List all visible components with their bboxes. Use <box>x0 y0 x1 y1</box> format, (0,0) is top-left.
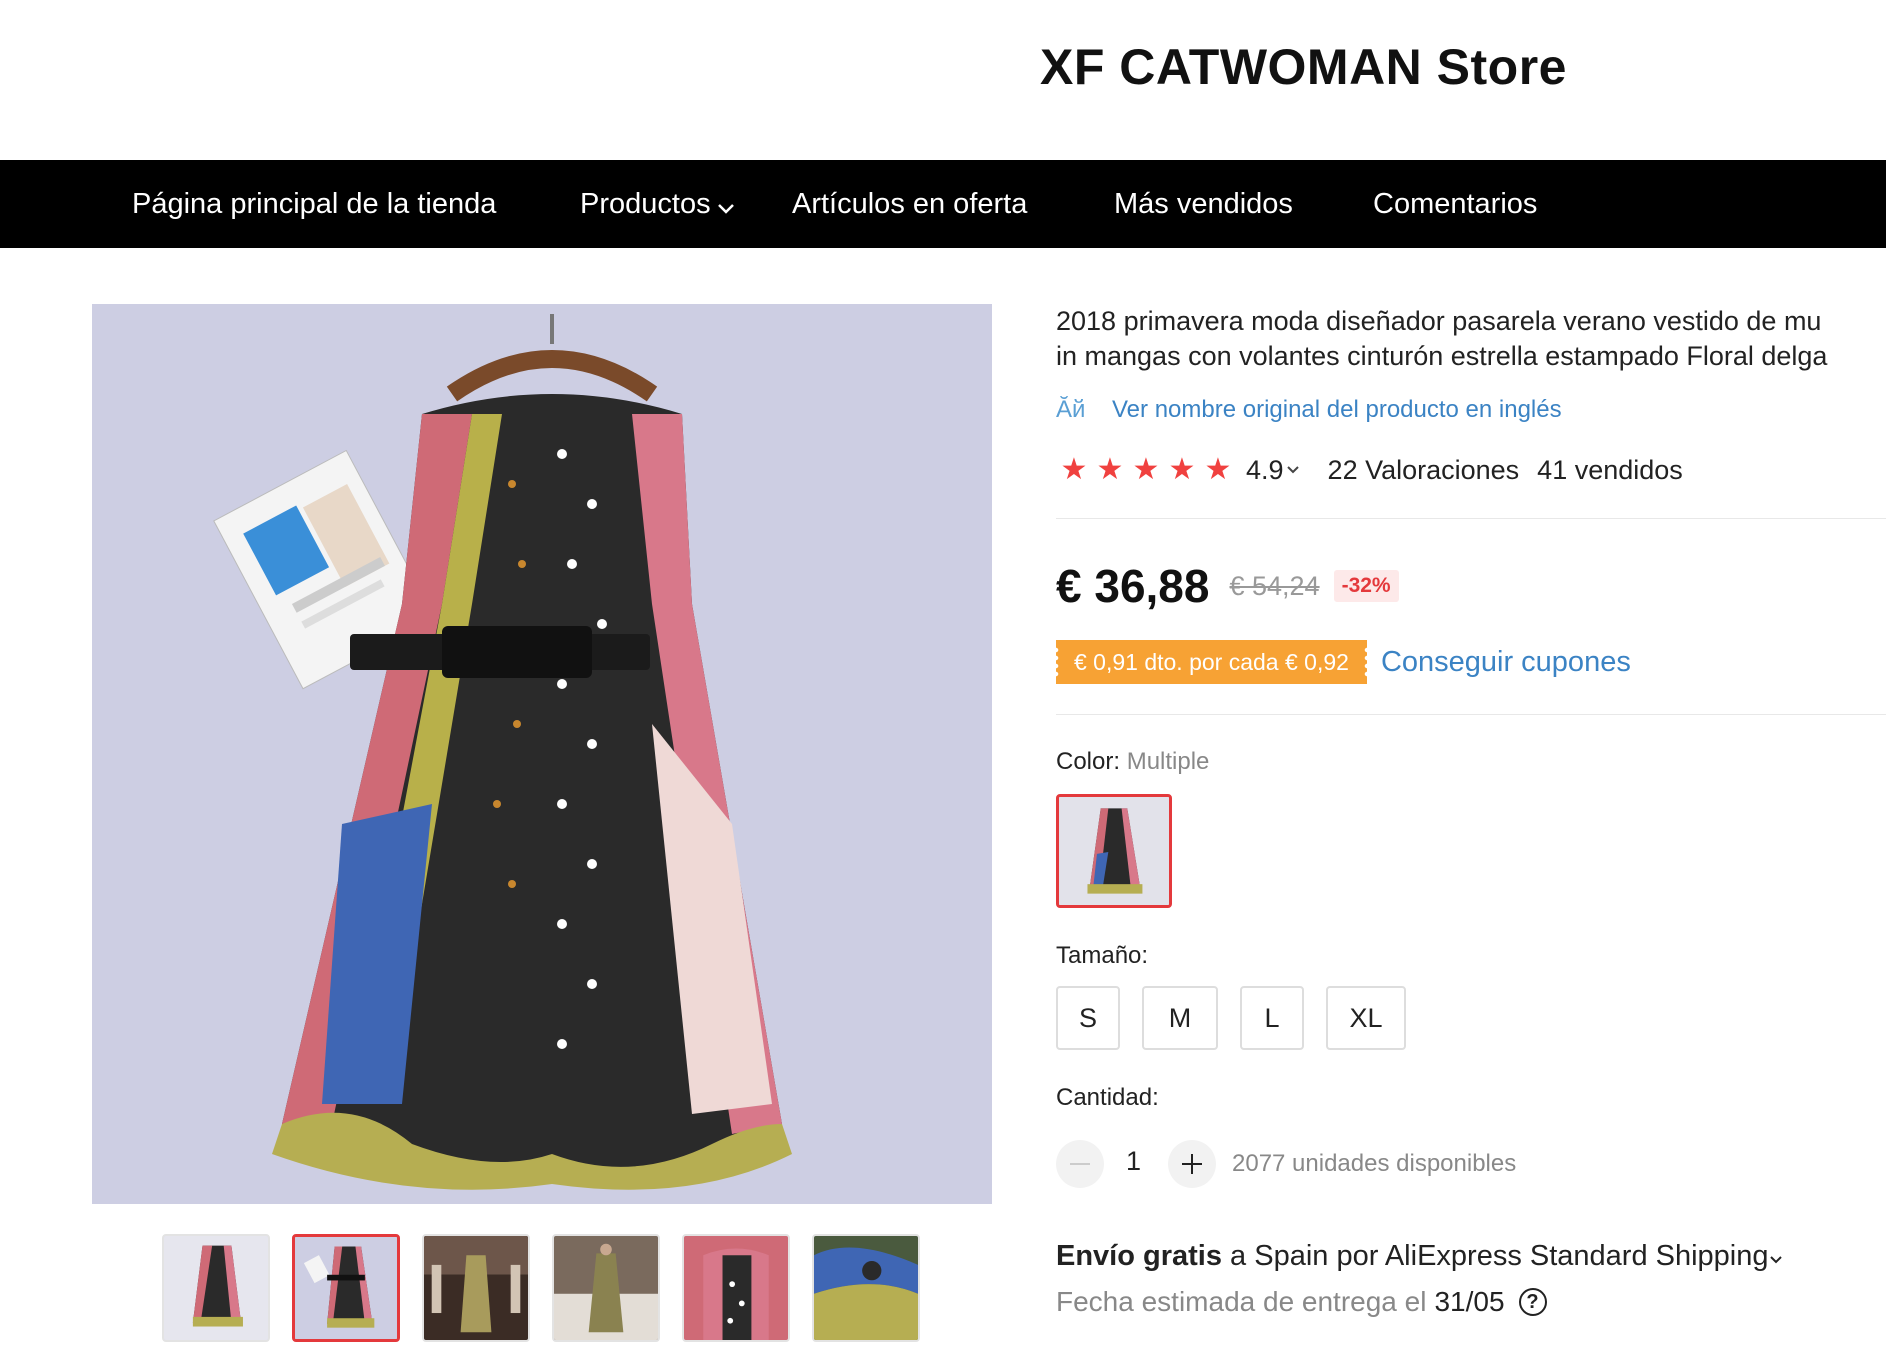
price-row: € 36,88 € 54,24 -32% <box>1056 556 1399 616</box>
size-option-m[interactable]: M <box>1142 986 1218 1050</box>
nav-products-label: Productos <box>580 188 711 220</box>
nav-deals-label: Artículos en oferta <box>792 188 1028 220</box>
coupon-badge[interactable]: € 0,91 dto. por cada € 0,92 <box>1053 640 1370 684</box>
nav-reviews[interactable]: Comentarios <box>1373 160 1537 248</box>
divider <box>1056 518 1886 519</box>
star-icon: ★ <box>1132 453 1160 486</box>
plus-icon <box>1182 1154 1202 1174</box>
shipping-info[interactable]: Envío gratis a Spain por AliExpress Stan… <box>1056 1240 1783 1273</box>
shipping-method: a Spain por AliExpress Standard Shipping <box>1222 1240 1769 1272</box>
color-swatch-multiple[interactable] <box>1056 794 1172 908</box>
sold-count: 41 vendidos <box>1537 454 1683 485</box>
rating-row: ★ ★ ★ ★ ★ 4.9 22 Valoraciones 41 vendido… <box>1056 450 1683 490</box>
color-label: Color: <box>1056 748 1121 775</box>
divider <box>1056 714 1886 715</box>
size-option-s[interactable]: S <box>1056 986 1120 1050</box>
store-navbar: Página principal de la tienda Productos … <box>0 160 1886 248</box>
thumbnail-5[interactable] <box>682 1234 790 1342</box>
eta-date: 31/05 <box>1434 1286 1505 1317</box>
quantity-increase-button[interactable] <box>1168 1140 1216 1188</box>
delivery-estimate: Fecha estimada de entrega el 31/05 ? <box>1056 1286 1547 1318</box>
star-icon: ★ <box>1168 453 1196 486</box>
get-coupons-link[interactable]: Conseguir cupones <box>1381 646 1631 679</box>
thumbnail-3[interactable] <box>422 1234 530 1342</box>
translate-row[interactable]: Ăй Ver nombre original del producto en … <box>1056 392 1562 428</box>
size-option-xl[interactable]: XL <box>1326 986 1406 1050</box>
nav-reviews-label: Comentarios <box>1373 188 1538 220</box>
dress-photo <box>92 304 992 1204</box>
size-option-l[interactable]: L <box>1240 986 1304 1050</box>
star-icon: ★ <box>1096 453 1124 486</box>
nav-best-sellers[interactable]: Más vendidos <box>1114 160 1293 248</box>
store-title: XF CATWOMAN Store <box>1040 39 1567 95</box>
question-icon[interactable]: ? <box>1518 1288 1547 1316</box>
product-title-line-2: in mangas con volantes cinturón estrella… <box>1056 341 1828 371</box>
chevron-down-icon <box>717 161 735 249</box>
free-shipping-label: Envío gratis <box>1056 1240 1222 1272</box>
stock-available: 2077 unidades disponibles <box>1232 1150 1517 1177</box>
star-icon: ★ <box>1204 453 1232 486</box>
nav-deals[interactable]: Artículos en oferta <box>792 160 1027 248</box>
thumbnail-6[interactable] <box>812 1234 920 1342</box>
chevron-down-icon <box>1769 1240 1783 1272</box>
product-title: 2018 primavera moda diseñador pasarela v… <box>1056 304 1886 374</box>
current-price: € 36,88 <box>1056 560 1210 612</box>
nav-home[interactable]: Página principal de la tienda <box>132 160 496 248</box>
product-title-line-1: 2018 primavera moda diseñador pasarela v… <box>1056 306 1822 336</box>
nav-best-sellers-label: Más vendidos <box>1114 188 1293 220</box>
quantity-decrease-button[interactable] <box>1056 1140 1104 1188</box>
size-label: Tamaño: <box>1056 942 1149 969</box>
coupon-row: € 0,91 dto. por cada € 0,92 Conseguir cu… <box>1053 640 1631 684</box>
reviews-count[interactable]: 22 Valoraciones <box>1328 455 1520 486</box>
star-icon: ★ <box>1060 453 1088 486</box>
view-original-name-link[interactable]: Ver nombre original del producto en ingl… <box>1112 396 1562 424</box>
thumbnail-4[interactable] <box>552 1234 660 1342</box>
rating-value[interactable]: 4.9 <box>1246 455 1284 486</box>
minus-icon <box>1070 1163 1090 1165</box>
nav-products[interactable]: Productos <box>580 160 735 248</box>
color-value: Multiple <box>1126 748 1210 775</box>
thumbnail-1[interactable] <box>162 1234 270 1342</box>
translate-icon: Ăй <box>1056 396 1086 423</box>
thumbnail-strip <box>162 1234 922 1342</box>
chevron-down-icon[interactable] <box>1286 462 1300 478</box>
star-rating: ★ ★ ★ ★ ★ <box>1056 452 1236 488</box>
color-label-row: Color: Multiple <box>1056 748 1209 776</box>
discount-badge: -32% <box>1333 570 1399 602</box>
eta-label: Fecha estimada de entrega el <box>1056 1286 1427 1317</box>
nav-home-label: Página principal de la tienda <box>132 188 497 220</box>
main-product-image[interactable] <box>92 304 992 1204</box>
thumbnail-2[interactable] <box>292 1234 400 1342</box>
quantity-label: Cantidad: <box>1056 1084 1159 1111</box>
quantity-input[interactable]: 1 <box>1126 1146 1141 1177</box>
original-price: € 54,24 <box>1229 570 1320 601</box>
